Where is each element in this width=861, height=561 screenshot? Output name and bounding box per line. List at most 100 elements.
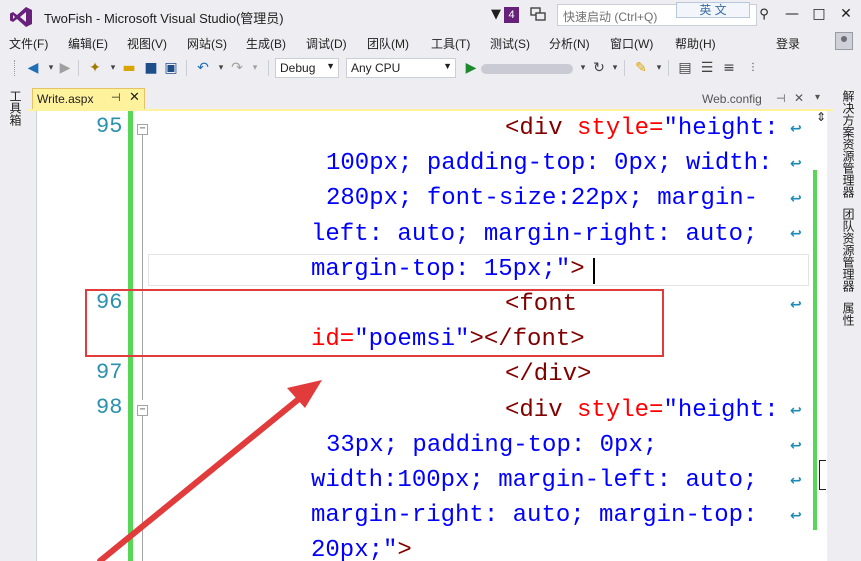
fold-icon[interactable]: − — [137, 405, 148, 416]
toolbar-separator — [78, 60, 79, 76]
menu-window[interactable]: 窗口(W) — [610, 35, 653, 52]
menu-edit[interactable]: 编辑(E) — [68, 35, 108, 52]
toolbar-separator — [624, 60, 625, 76]
back-icon[interactable]: ◀ — [24, 59, 42, 77]
redo-dropdown[interactable]: ▾ — [246, 59, 264, 77]
code-line: 100px; padding-top: 0px; width: — [326, 150, 773, 177]
document-tab-bar: Write.aspx ⊣ ✕ Web.config ⊣ ✕ ▾ — [28, 88, 833, 109]
window-title: TwoFish - Microsoft Visual Studio(管理员) — [44, 11, 284, 26]
chevron-down-icon: ▼ — [326, 61, 335, 71]
standard-toolbar: ◀ ▾ ▶ ✦ ▾ ▬ ■ ▣ ↶ ▾ ↷ ▾ Debug ▼ Any CPU … — [0, 54, 861, 82]
save-icon[interactable]: ■ — [142, 59, 160, 77]
maximize-button[interactable]: □ — [809, 4, 829, 24]
toolbar-separator — [668, 60, 669, 76]
line-number: 98 — [96, 395, 123, 420]
menu-help[interactable]: 帮助(H) — [675, 35, 716, 52]
tab-label: Web.config — [702, 92, 762, 106]
save-all-icon[interactable]: ▣ — [162, 59, 180, 77]
toolbox-tab[interactable]: 工具箱 — [7, 90, 24, 126]
split-icon[interactable]: ⇕ — [815, 110, 827, 124]
fold-icon[interactable]: − — [137, 124, 148, 135]
open-icon[interactable]: ▬ — [120, 59, 138, 77]
notifications-badge[interactable]: 4 — [504, 7, 519, 23]
vs-window: TwoFish - Microsoft Visual Studio(管理员) ▼… — [0, 0, 861, 561]
refresh-dropdown[interactable]: ▾ — [606, 59, 624, 77]
properties-tab[interactable]: 属性 — [840, 302, 857, 326]
close-icon[interactable]: ✕ — [129, 90, 140, 105]
fold-guide — [142, 135, 143, 400]
flag-icon[interactable]: ▼ — [491, 7, 501, 22]
tab-label: Write.aspx — [37, 92, 94, 106]
close-button[interactable]: ✕ — [836, 4, 856, 24]
new-project-icon[interactable]: ✦ — [86, 59, 104, 77]
solution-explorer-tab[interactable]: 解决方案资源管理器 — [840, 90, 857, 198]
toolbar-separator — [186, 60, 187, 76]
code-line: <div style="height: — [505, 397, 779, 424]
code-line: <div style="height: — [505, 115, 779, 142]
code-line: left: auto; margin-right: auto; — [311, 221, 758, 248]
scrollbar-thumb[interactable] — [819, 460, 826, 490]
code-line: margin-right: auto; margin-top: — [311, 502, 758, 529]
wrap-icon: ↩ — [790, 508, 802, 524]
quick-launch-placeholder: 快速启动 (Ctrl+Q) — [563, 10, 658, 24]
text-caret — [593, 258, 595, 284]
pin-icon[interactable]: ⊣ — [111, 91, 121, 104]
login-link[interactable]: 登录 — [776, 35, 800, 52]
platform-value: Any CPU — [351, 61, 401, 75]
code-line: </div> — [505, 361, 592, 388]
avatar[interactable] — [835, 32, 853, 50]
line-number: 97 — [96, 360, 123, 385]
forward-icon[interactable]: ▶ — [56, 59, 74, 77]
title-bar: TwoFish - Microsoft Visual Studio(管理员) ▼… — [0, 0, 861, 32]
menu-team[interactable]: 团队(M) — [367, 35, 409, 52]
right-tool-strip: 解决方案资源管理器 团队资源管理器 属性 — [833, 82, 861, 561]
wrap-icon: ↩ — [790, 473, 802, 489]
ime-indicator[interactable]: 英 文 — [676, 2, 750, 18]
toolbar-overflow-icon[interactable]: ⋮ — [744, 59, 762, 77]
platform-select[interactable]: Any CPU ▼ — [346, 58, 456, 78]
start-target-label[interactable] — [481, 64, 573, 74]
code-line: 280px; font-size:22px; margin- — [326, 185, 759, 212]
code-line: margin-top: 15px;"> — [311, 256, 585, 283]
redo-icon[interactable]: ↷ — [228, 59, 246, 77]
browser-link-icon[interactable]: ✎ — [632, 59, 650, 77]
menu-view[interactable]: 视图(V) — [127, 35, 167, 52]
menu-tools[interactable]: 工具(T) — [431, 35, 470, 52]
wrap-icon: ↩ — [790, 297, 802, 313]
undo-icon[interactable]: ↶ — [194, 59, 212, 77]
wrap-icon: ↩ — [790, 121, 802, 137]
toolbar-grip[interactable] — [14, 60, 17, 76]
menu-build[interactable]: 生成(B) — [246, 35, 286, 52]
fold-guide — [142, 416, 143, 561]
document-outline-icon[interactable]: ▤ — [676, 59, 694, 77]
menu-debug[interactable]: 调试(D) — [306, 35, 347, 52]
toolbar-separator — [268, 60, 269, 76]
vs-logo-icon — [10, 7, 32, 27]
left-tool-strip: 工具箱 — [0, 82, 28, 561]
configuration-value: Debug — [280, 61, 316, 75]
wrap-icon: ↩ — [790, 403, 802, 419]
highlight-box — [85, 289, 664, 357]
tab-write-aspx[interactable]: Write.aspx ⊣ ✕ — [32, 88, 145, 109]
team-explorer-tab[interactable]: 团队资源管理器 — [840, 208, 857, 292]
menu-website[interactable]: 网站(S) — [187, 35, 227, 52]
minimize-button[interactable]: — — [782, 4, 802, 24]
start-icon[interactable]: ▶ — [462, 59, 480, 77]
code-line: width:100px; margin-left: auto; — [311, 467, 758, 494]
feedback-icon[interactable] — [530, 6, 546, 22]
pin-icon[interactable]: ⊣ — [776, 92, 786, 105]
menu-file[interactable]: 文件(F) — [9, 35, 48, 52]
chevron-down-icon: ▼ — [443, 61, 452, 71]
code-line: 33px; padding-top: 0px; — [326, 432, 658, 459]
menu-test[interactable]: 测试(S) — [490, 35, 530, 52]
browser-link-dropdown[interactable]: ▾ — [650, 59, 668, 77]
chevron-down-icon[interactable]: ▾ — [815, 92, 820, 103]
comment-icon[interactable]: ☰ — [698, 59, 716, 77]
uncomment-icon[interactable]: ≡ — [720, 59, 738, 77]
wrap-icon: ↩ — [790, 156, 802, 172]
menu-analyze[interactable]: 分析(N) — [549, 35, 590, 52]
close-icon[interactable]: ✕ — [794, 91, 804, 105]
search-icon[interactable]: ⚲ — [753, 4, 775, 26]
scrollbar-change-map — [813, 170, 817, 530]
configuration-select[interactable]: Debug ▼ — [275, 58, 339, 78]
